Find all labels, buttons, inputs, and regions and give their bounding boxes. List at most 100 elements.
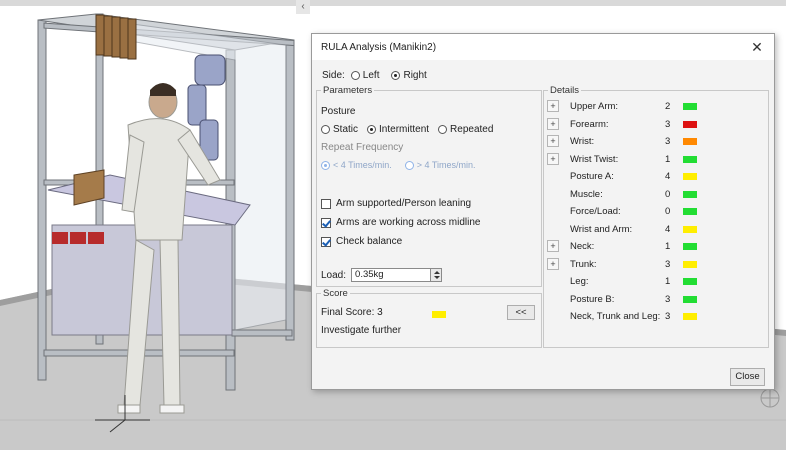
posture-repeated-option[interactable]: Repeated (438, 124, 493, 135)
posture-intermittent-option[interactable]: Intermittent (367, 124, 429, 135)
load-spinner[interactable] (430, 268, 443, 282)
final-score-row: Final Score: 3 (321, 307, 383, 318)
side-right-radio[interactable] (391, 71, 401, 80)
score-group: Score Final Score: 3 Investigate further… (316, 288, 542, 348)
final-score-label: Final Score: 3 (321, 307, 383, 318)
viewport-top-border (0, 0, 786, 6)
details-row-label: Upper Arm: (570, 101, 619, 112)
details-row-label: Forearm: (570, 118, 609, 130)
posture-repeated-label: Repeated (450, 124, 494, 135)
side-label: Side: (322, 70, 345, 81)
repeat-frequency-options: < 4 Times/min. > 4 Times/min. (321, 160, 476, 170)
details-row-value: 0 (665, 188, 671, 200)
expand-icon[interactable]: + (547, 117, 559, 130)
load-label: Load: (321, 269, 347, 281)
details-row: Muscle: 0 (544, 187, 768, 204)
details-row: Neck, Trunk and Leg: 3 (544, 309, 768, 326)
details-row: Posture A: 4 (544, 169, 768, 186)
side-right-option[interactable]: Right (391, 70, 427, 81)
side-left-label: Left (362, 70, 380, 81)
details-row-label: Posture B: (570, 293, 615, 305)
details-row-label: Leg: (570, 276, 589, 287)
details-row-label: Trunk: (570, 258, 597, 270)
posture-label: Posture (321, 106, 355, 117)
panel-collapse-tab[interactable]: ‹ (296, 0, 310, 14)
details-row: Posture B: 3 (544, 292, 768, 309)
details-row-value: 0 (665, 206, 671, 217)
details-row-value: 3 (665, 118, 671, 130)
details-row-label: Posture A: (570, 171, 614, 182)
repeat-more-label: > 4 Times/min. (416, 160, 476, 170)
check-balance-label: Check balance (336, 236, 403, 247)
details-row-value: 3 (665, 311, 671, 322)
details-row: Leg: 1 (544, 274, 768, 291)
details-row-color (683, 313, 697, 320)
posture-label-text: Posture (321, 106, 356, 117)
expand-icon[interactable]: + (547, 257, 559, 270)
side-left-radio[interactable] (350, 71, 360, 80)
details-row-color (683, 103, 697, 110)
side-selector: Side: Left Right (322, 70, 427, 81)
details-row: + Wrist Twist: 1 (544, 152, 768, 169)
repeat-less-radio (321, 160, 330, 170)
posture-intermittent-radio[interactable] (367, 125, 377, 134)
details-row-label: Wrist and Arm: (570, 223, 633, 235)
details-row-label: Neck: (570, 241, 595, 252)
repeat-more-option: > 4 Times/min. (404, 160, 476, 170)
posture-static-option[interactable]: Static (321, 124, 358, 135)
details-row: + Neck: 1 (544, 239, 768, 256)
arms-midline-checkbox-row[interactable]: Arms are working across midline (321, 217, 481, 228)
details-row-color (683, 120, 697, 128)
details-row-color (683, 138, 697, 145)
details-row-label: Wrist Twist: (570, 153, 619, 165)
posture-repeated-radio[interactable] (438, 125, 448, 134)
details-row: Force/Load: 0 (544, 204, 768, 221)
details-row-color (683, 243, 697, 250)
arm-supported-checkbox-row[interactable]: Arm supported/Person leaning (321, 198, 471, 209)
repeat-less-option: < 4 Times/min. (321, 160, 392, 170)
score-advice: Investigate further (321, 325, 402, 336)
details-row-label: Wrist: (570, 136, 595, 147)
posture-options: Static Intermittent Repeated (321, 124, 493, 135)
details-row-value: 4 (665, 171, 671, 182)
repeat-more-radio (404, 160, 414, 170)
arm-supported-label: Arm supported/Person leaning (336, 198, 472, 209)
expand-icon[interactable]: + (547, 100, 559, 112)
details-row-color (683, 190, 697, 198)
arms-midline-checkbox[interactable] (321, 217, 331, 228)
load-input[interactable]: 0.35kg (351, 268, 432, 282)
details-row-color (683, 295, 697, 303)
details-row-color (683, 155, 697, 163)
dialog-titlebar[interactable]: RULA Analysis (Manikin2) ✕ (312, 34, 774, 60)
posture-static-radio[interactable] (321, 125, 330, 134)
parameters-group: Parameters Posture Static Intermittent R… (316, 85, 542, 287)
dialog-title: RULA Analysis (Manikin2) (321, 42, 437, 53)
expand-icon[interactable]: + (547, 152, 559, 165)
posture-static-label: Static (333, 124, 359, 135)
close-button[interactable]: Close (730, 368, 765, 386)
collapse-details-button[interactable]: << (507, 305, 535, 320)
expand-icon[interactable]: + (547, 240, 559, 252)
close-icon[interactable]: ✕ (748, 38, 766, 56)
details-row-value: 2 (665, 101, 671, 112)
parameters-legend: Parameters (323, 85, 373, 96)
details-row: + Wrist: 3 (544, 134, 768, 151)
details-row-label: Neck, Trunk and Leg: (570, 311, 661, 322)
side-left-option[interactable]: Left (350, 70, 380, 81)
details-row: + Upper Arm: 2 (544, 99, 768, 116)
details-row-label: Force/Load: (570, 206, 621, 217)
arm-supported-checkbox[interactable] (321, 198, 331, 209)
details-row-color (683, 208, 697, 215)
expand-icon[interactable]: + (547, 135, 559, 147)
load-row: Load: 0.35kg (321, 268, 443, 282)
details-row-value: 3 (665, 136, 671, 147)
details-row-color (683, 173, 697, 180)
check-balance-checkbox-row[interactable]: Check balance (321, 236, 402, 247)
details-row-color (683, 278, 697, 285)
repeat-less-label: < 4 Times/min. (333, 160, 392, 170)
advice-row: Investigate further (321, 325, 401, 336)
details-row: + Forearm: 3 (544, 117, 768, 134)
details-row-value: 1 (665, 276, 671, 287)
repeat-frequency-text: Repeat Frequency (321, 142, 404, 153)
check-balance-checkbox[interactable] (321, 236, 331, 247)
